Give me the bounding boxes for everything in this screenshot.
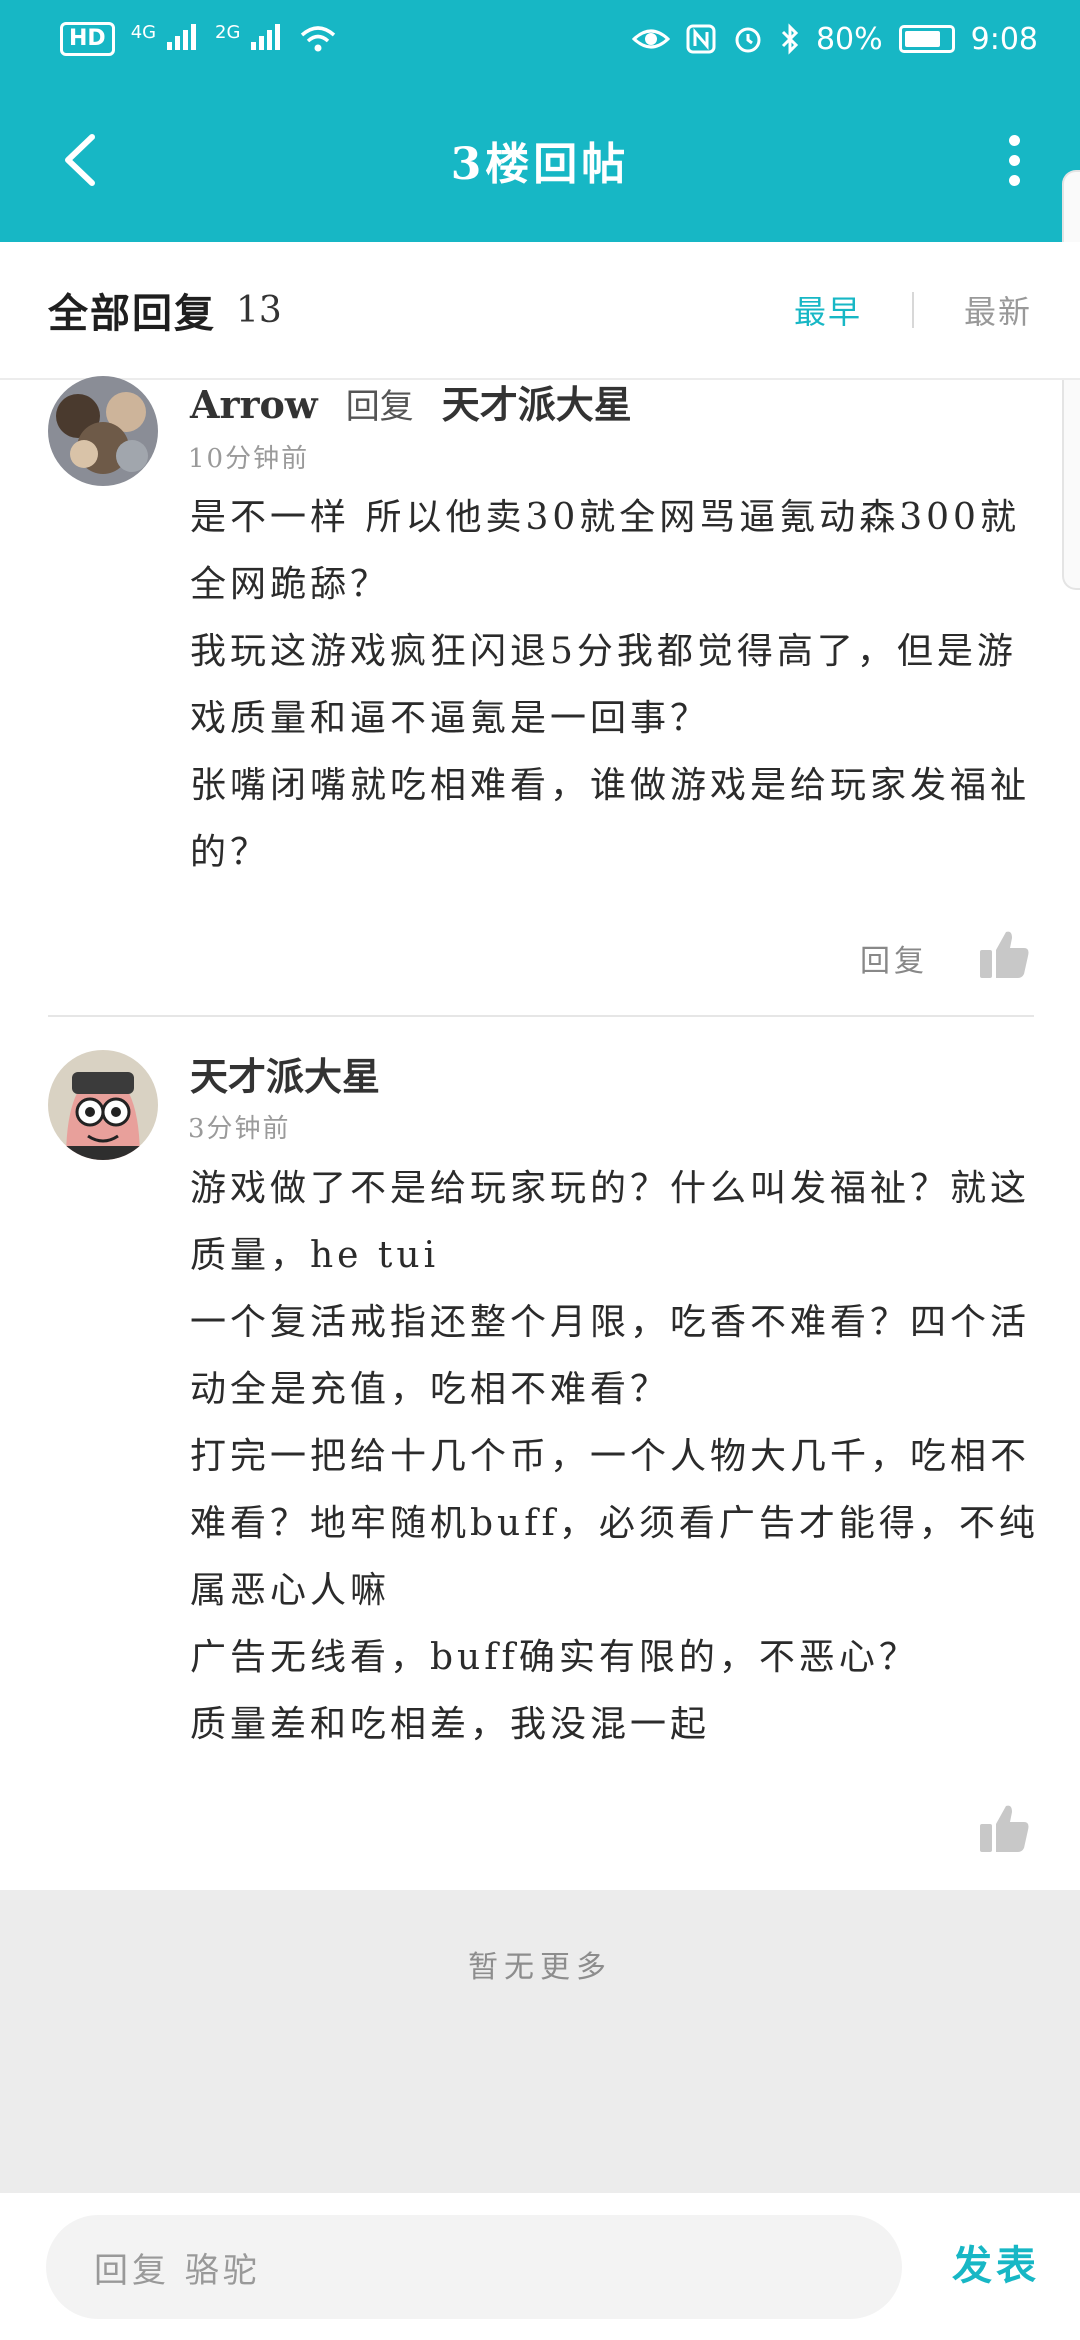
reply-input[interactable]: 回复 骆驼 [46,2215,902,2319]
sort-switch: 最早 最新 [794,287,1032,333]
more-dot-icon [1008,174,1020,186]
thumbs-up-icon [980,1805,1029,1852]
clock: 9:08 [970,21,1038,57]
hd-badge: HD [60,22,115,56]
post-line: 打完一把给十几个币，一个人物大几千，吃相不难看？地牢随机buff，必须看广告才能… [190,1436,1039,1611]
post-time: 3分钟前 [188,1114,291,1144]
post-line: 张嘴闭嘴就吃相难看，谁做游戏是给玩家发福祉的？ [190,765,1031,873]
no-more-section: 暂无更多 [0,1890,1080,2192]
replies-count: 13 [236,289,282,331]
post-line: 质量差和吃相差，我没混一起 [190,1704,711,1745]
avatar[interactable] [48,376,158,486]
author-name[interactable]: 天才派大星 [190,1054,380,1099]
eye-comfort-icon [631,29,670,49]
avatar[interactable] [48,1050,158,1160]
page-title: 3楼回帖 [450,139,630,190]
network-type-sim1: 4G [130,21,157,43]
network-type-sim2: 2G [215,21,241,43]
send-button[interactable]: 发表 [952,2233,1040,2291]
post-line: 游戏做了不是给玩家玩的？什么叫发福祉？就这质量，he tui [190,1168,1031,1276]
status-left: HD 4G 2G [60,22,337,57]
signal-icon-sim2: 2G [215,22,283,57]
post-line: 一个复活戒指还整个月限，吃香不难看？四个活动全是充值，吃相不难看？ [190,1302,1031,1410]
post-line: 是不一样 所以他卖30就全网骂逼氪动森300就全网跪舔？ [190,497,1020,605]
like-button[interactable] [976,926,1032,982]
signal-bars-icon-2 [251,23,281,50]
status-bar: HD 4G 2G 80% 9:08 [0,0,1080,78]
more-dot-icon [1008,154,1020,166]
post-line: 我玩这游戏疯狂闪退5分我都觉得高了，但是游戏质量和逼不逼氪是一回事？ [190,631,1017,739]
top-bar: HD 4G 2G 80% 9:08 3楼回帖 [0,0,1080,242]
replies-header: 全部回复 13 最早 最新 [0,242,1080,380]
post-author-line: 天才派大星 [190,1046,380,1101]
sort-latest-tab[interactable]: 最新 [964,287,1032,333]
more-dot-icon [1008,134,1020,146]
signal-icon-sim1: 4G [131,22,199,57]
thumbs-up-icon [980,931,1029,978]
bluetooth-icon [781,23,799,55]
battery-fill [904,31,940,47]
like-button[interactable] [976,1800,1032,1856]
back-button[interactable] [40,120,120,200]
post-author-line: Arrow 回复 天才派大星 [190,374,632,429]
nfc-icon [686,24,716,54]
status-right: 80% 9:08 [631,21,1038,57]
post-content: 游戏做了不是给玩家玩的？什么叫发福祉？就这质量，he tui 一个复活戒指还整个… [190,1155,1040,1758]
sort-earliest-tab[interactable]: 最早 [794,287,862,333]
post-line: 广告无线看，buff确实有限的，不恶心？ [190,1637,919,1678]
alarm-icon [735,27,761,53]
wifi-icon [301,26,336,52]
reply-composer: 回复 骆驼 发表 [0,2192,1080,2340]
chevron-left-icon [65,134,95,186]
post-divider [48,1015,1034,1017]
battery-percent: 80% [815,21,883,57]
app-header: 3楼回帖 [0,78,1080,242]
replies-title: 全部回复 [48,290,216,337]
no-more-label: 暂无更多 [468,1950,612,1985]
sort-divider [911,292,914,328]
author-name[interactable]: Arrow [190,382,318,427]
post-time: 10分钟前 [188,444,310,474]
user-avatar-image [48,376,158,486]
battery-icon [898,25,955,53]
reply-button[interactable]: 回复 [860,936,928,980]
user-avatar-image [48,1050,158,1160]
post-content: 是不一样 所以他卖30就全网骂逼氪动森300就全网跪舔？ 我玩这游戏疯狂闪退5分… [190,484,1040,886]
reply-to-word: 回复 [345,387,414,427]
more-options-button[interactable] [974,120,1054,200]
scrollbar[interactable] [1062,170,1080,590]
signal-bars-icon [167,23,196,50]
reply-target-name[interactable]: 天才派大星 [442,382,632,427]
